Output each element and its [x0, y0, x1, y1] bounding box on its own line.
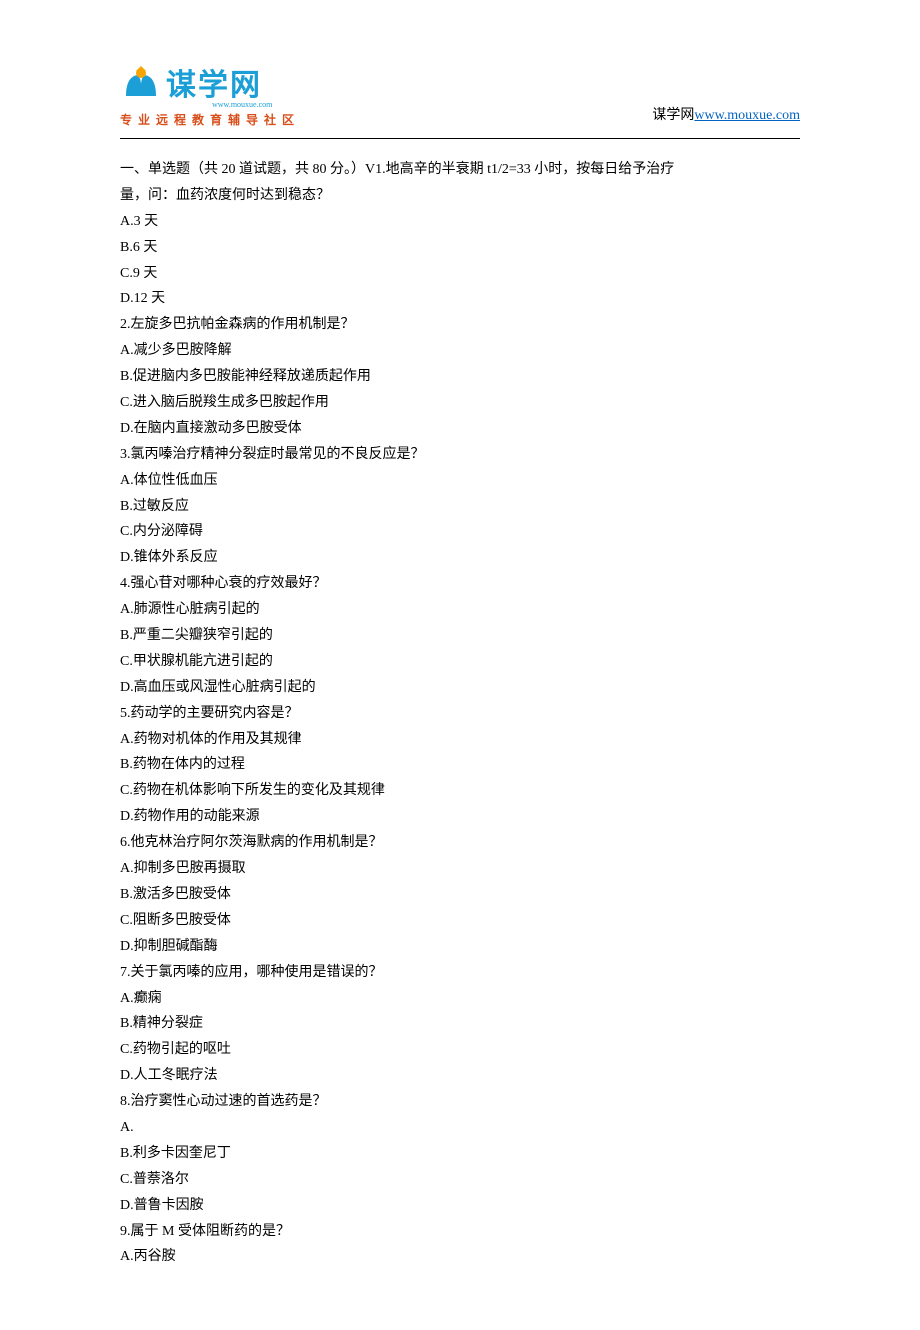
text-line: B.精神分裂症: [120, 1011, 800, 1037]
text-line: C.药物引起的呕吐: [120, 1037, 800, 1063]
text-line: 2.左旋多巴抗帕金森病的作用机制是？: [120, 312, 800, 338]
logo-top: 谋学网 www.mouxue.com: [120, 60, 272, 109]
text-line: B.利多卡因奎尼丁: [120, 1141, 800, 1167]
text-line: D.药物作用的动能来源: [120, 804, 800, 830]
logo-sub-text: www.mouxue.com: [212, 100, 272, 109]
document-content: 一、单选题（共 20 道试题，共 80 分。）V1.地高辛的半衰期 t1/2=3…: [120, 157, 800, 1270]
text-line: D.抑制胆碱酯酶: [120, 934, 800, 960]
logo-icon: [120, 66, 162, 104]
logo-main-text: 谋学网: [166, 60, 272, 104]
text-line: A.抑制多巴胺再摄取: [120, 856, 800, 882]
text-line: D.在脑内直接激动多巴胺受体: [120, 416, 800, 442]
site-label: 谋学网: [652, 108, 694, 123]
text-line: 一、单选题（共 20 道试题，共 80 分。）V1.地高辛的半衰期 t1/2=3…: [120, 157, 800, 183]
text-line: D.普鲁卡因胺: [120, 1193, 800, 1219]
text-line: 6.他克林治疗阿尔茨海默病的作用机制是？: [120, 830, 800, 856]
text-line: B.严重二尖瓣狭窄引起的: [120, 623, 800, 649]
text-line: 量，问：血药浓度何时达到稳态？: [120, 183, 800, 209]
text-line: C.进入脑后脱羧生成多巴胺起作用: [120, 390, 800, 416]
text-line: D.人工冬眠疗法: [120, 1063, 800, 1089]
text-line: 4.强心苷对哪种心衰的疗效最好？: [120, 571, 800, 597]
page-header: 谋学网 www.mouxue.com 专业远程教育辅导社区 谋学网www.mou…: [120, 60, 800, 128]
text-line: 8.治疗窦性心动过速的首选药是？: [120, 1089, 800, 1115]
text-line: C.阻断多巴胺受体: [120, 908, 800, 934]
text-line: D.高血压或风湿性心脏病引起的: [120, 675, 800, 701]
text-line: A.减少多巴胺降解: [120, 338, 800, 364]
text-line: A.丙谷胺: [120, 1244, 800, 1270]
text-line: 5.药动学的主要研究内容是？: [120, 701, 800, 727]
header-divider: [120, 138, 800, 139]
text-line: A.3 天: [120, 209, 800, 235]
text-line: A.: [120, 1115, 800, 1141]
text-line: D.锥体外系反应: [120, 545, 800, 571]
text-line: A.体位性低血压: [120, 468, 800, 494]
text-line: B.促进脑内多巴胺能神经释放递质起作用: [120, 364, 800, 390]
logo: 谋学网 www.mouxue.com 专业远程教育辅导社区: [120, 60, 300, 128]
logo-tagline: 专业远程教育辅导社区: [120, 111, 300, 128]
text-line: A.肺源性心脏病引起的: [120, 597, 800, 623]
text-line: C.药物在机体影响下所发生的变化及其规律: [120, 778, 800, 804]
text-line: A.癫痫: [120, 986, 800, 1012]
text-line: B.药物在体内的过程: [120, 752, 800, 778]
text-line: B.过敏反应: [120, 494, 800, 520]
text-line: C.普萘洛尔: [120, 1167, 800, 1193]
logo-text-wrap: 谋学网 www.mouxue.com: [166, 60, 272, 109]
text-line: A.药物对机体的作用及其规律: [120, 727, 800, 753]
text-line: 7.关于氯丙嗪的应用，哪种使用是错误的？: [120, 960, 800, 986]
text-line: C.9 天: [120, 261, 800, 287]
text-line: 3.氯丙嗪治疗精神分裂症时最常见的不良反应是？: [120, 442, 800, 468]
site-url-link[interactable]: www.mouxue.com: [694, 108, 800, 123]
site-link-block: 谋学网www.mouxue.com: [652, 104, 800, 128]
text-line: D.12 天: [120, 286, 800, 312]
document-page: 谋学网 www.mouxue.com 专业远程教育辅导社区 谋学网www.mou…: [0, 0, 920, 1330]
text-line: B.激活多巴胺受体: [120, 882, 800, 908]
text-line: 9.属于 M 受体阻断药的是？: [120, 1219, 800, 1245]
text-line: B.6 天: [120, 235, 800, 261]
text-line: C.甲状腺机能亢进引起的: [120, 649, 800, 675]
text-line: C.内分泌障碍: [120, 519, 800, 545]
